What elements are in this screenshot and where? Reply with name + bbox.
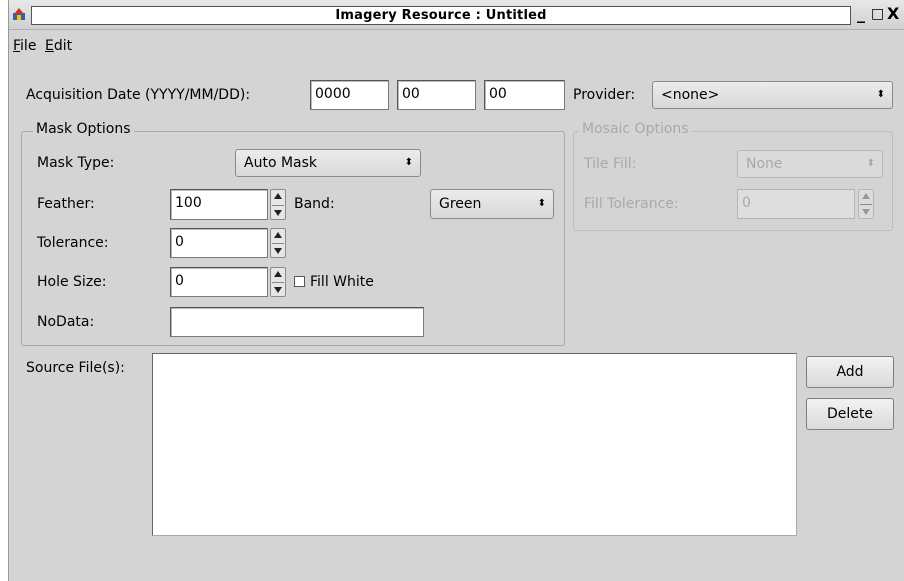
feather-label: Feather:: [37, 196, 95, 212]
window-title: Imagery Resource : Untitled: [335, 8, 547, 23]
updown-arrows-icon: ⬍: [404, 157, 413, 168]
mask-type-label: Mask Type:: [37, 155, 115, 171]
tile-fill-label: Tile Fill:: [584, 156, 637, 172]
updown-arrows-icon: ⬍: [537, 198, 546, 209]
menu-file-label: ile: [20, 38, 37, 54]
provider-select[interactable]: <none> ⬍: [652, 81, 893, 109]
tile-fill-value: None: [746, 156, 783, 172]
feather-spin-arrows-icon[interactable]: [270, 189, 286, 220]
delete-button[interactable]: Delete: [806, 398, 894, 430]
feather-input[interactable]: 100: [170, 189, 268, 220]
menu-file[interactable]: File: [13, 38, 36, 54]
mask-type-value: Auto Mask: [244, 155, 318, 171]
mask-options-title: Mask Options: [33, 121, 134, 137]
menu-edit[interactable]: Edit: [45, 38, 72, 54]
hole-size-spin-arrows-icon[interactable]: [270, 267, 286, 297]
band-label: Band:: [294, 196, 335, 212]
acquisition-month-input[interactable]: 00: [397, 80, 476, 110]
band-select[interactable]: Green ⬍: [430, 189, 554, 219]
fill-tolerance-input[interactable]: 0: [737, 189, 855, 219]
source-files-list[interactable]: [152, 353, 797, 536]
provider-value: <none>: [661, 87, 720, 103]
fill-tolerance-label: Fill Tolerance:: [584, 196, 679, 212]
fill-tolerance-spin-arrows-icon[interactable]: [858, 189, 874, 219]
acquisition-day-input[interactable]: 00: [484, 80, 565, 110]
nodata-input[interactable]: [170, 307, 424, 337]
hole-size-input[interactable]: 0: [170, 267, 268, 297]
menu-edit-mnemonic: E: [45, 38, 54, 54]
menu-edit-label: dit: [53, 38, 73, 54]
tile-fill-select[interactable]: None ⬍: [737, 150, 883, 178]
updown-arrows-icon: ⬍: [866, 158, 875, 169]
band-value: Green: [439, 196, 482, 212]
provider-label: Provider:: [573, 87, 636, 103]
add-button[interactable]: Add: [806, 356, 894, 388]
app-icon[interactable]: [12, 7, 26, 21]
source-files-label: Source File(s):: [26, 360, 125, 376]
close-button[interactable]: X: [887, 5, 899, 23]
fill-white-label: Fill White: [310, 274, 374, 290]
acquisition-year-input[interactable]: 0000: [310, 80, 389, 110]
imagery-resource-window: Imagery Resource : Untitled _ □ X File E…: [8, 0, 904, 581]
acquisition-date-label: Acquisition Date (YYYY/MM/DD):: [26, 87, 251, 103]
title-bar[interactable]: Imagery Resource : Untitled _ □ X: [9, 0, 904, 30]
fill-white-checkbox[interactable]: [294, 276, 305, 287]
maximize-button[interactable]: □: [871, 5, 884, 23]
mask-type-select[interactable]: Auto Mask ⬍: [235, 149, 421, 177]
tolerance-spin-arrows-icon[interactable]: [270, 228, 286, 258]
tolerance-input[interactable]: 0: [170, 228, 268, 258]
updown-arrows-icon: ⬍: [876, 89, 885, 100]
tolerance-label: Tolerance:: [37, 235, 109, 251]
minimize-button[interactable]: _: [857, 5, 865, 23]
hole-size-label: Hole Size:: [37, 274, 107, 290]
title-field: Imagery Resource : Untitled: [31, 6, 851, 25]
menu-file-mnemonic: F: [13, 38, 21, 54]
mosaic-options-title: Mosaic Options: [579, 121, 692, 137]
nodata-label: NoData:: [37, 314, 95, 330]
